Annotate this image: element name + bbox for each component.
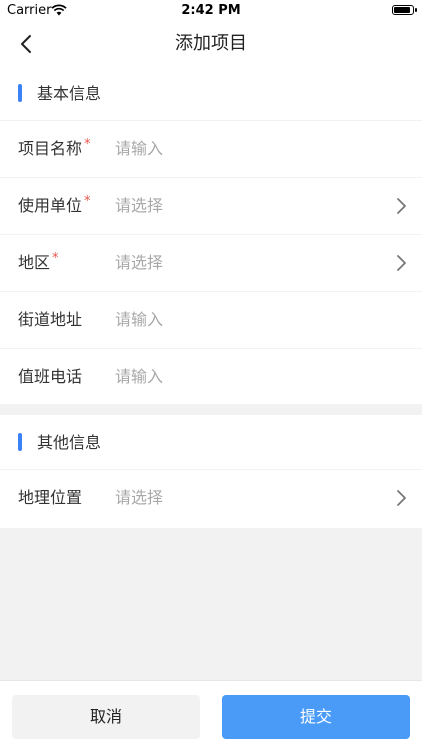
field-label-location: 地理位置 [18,488,83,507]
field-label-region: 地区 * [18,251,59,272]
field-label-phone: 值班电话 [18,367,83,386]
battery-icon [392,5,417,15]
field-phone[interactable]: 值班电话 请输入 [0,349,422,406]
field-project-name[interactable]: 项目名称 * 请输入 [0,121,422,178]
street-input[interactable]: 请输入 [115,292,163,348]
required-marker: * [52,251,59,266]
section-header-basic: 基本信息 [0,66,422,121]
field-label-project-name: 项目名称 * [18,137,91,158]
location-select[interactable]: 请选择 [115,470,163,526]
field-region[interactable]: 地区 * 请选择 [0,235,422,292]
field-label-street: 街道地址 [18,310,83,329]
section-header-other: 其他信息 [0,415,422,470]
section-accent-bar [18,84,22,102]
status-time: 2:42 PM [181,3,241,18]
field-location[interactable]: 地理位置 请选择 [0,470,422,527]
page-title: 添加项目 [175,33,247,54]
other-info-section: 其他信息 地理位置 请选择 [0,415,422,528]
section-title-basic: 基本信息 [37,84,102,103]
required-marker: * [84,137,91,152]
chevron-right-icon [397,255,406,271]
section-title-other: 其他信息 [37,433,102,452]
navigation-bar: 添加项目 [0,22,422,66]
submit-button[interactable]: 提交 [222,695,410,739]
status-bar: Carrier 2:42 PM [0,0,422,22]
field-street[interactable]: 街道地址 请输入 [0,292,422,349]
field-label-unit: 使用单位 * [18,194,91,215]
field-unit[interactable]: 使用单位 * 请选择 [0,178,422,235]
section-accent-bar [18,433,22,451]
phone-input[interactable]: 请输入 [115,349,163,405]
project-name-input[interactable]: 请输入 [115,121,163,177]
region-select[interactable]: 请选择 [115,235,163,291]
basic-info-section: 基本信息 项目名称 * 请输入 使用单位 * 请选择 地区 * 请选择 街道地址 请输… [0,66,422,404]
required-marker: * [84,194,91,209]
footer-actions: 取消 提交 [0,680,422,751]
unit-select[interactable]: 请选择 [115,178,163,234]
chevron-right-icon [397,198,406,214]
cancel-button[interactable]: 取消 [12,695,200,739]
chevron-right-icon [397,490,406,506]
